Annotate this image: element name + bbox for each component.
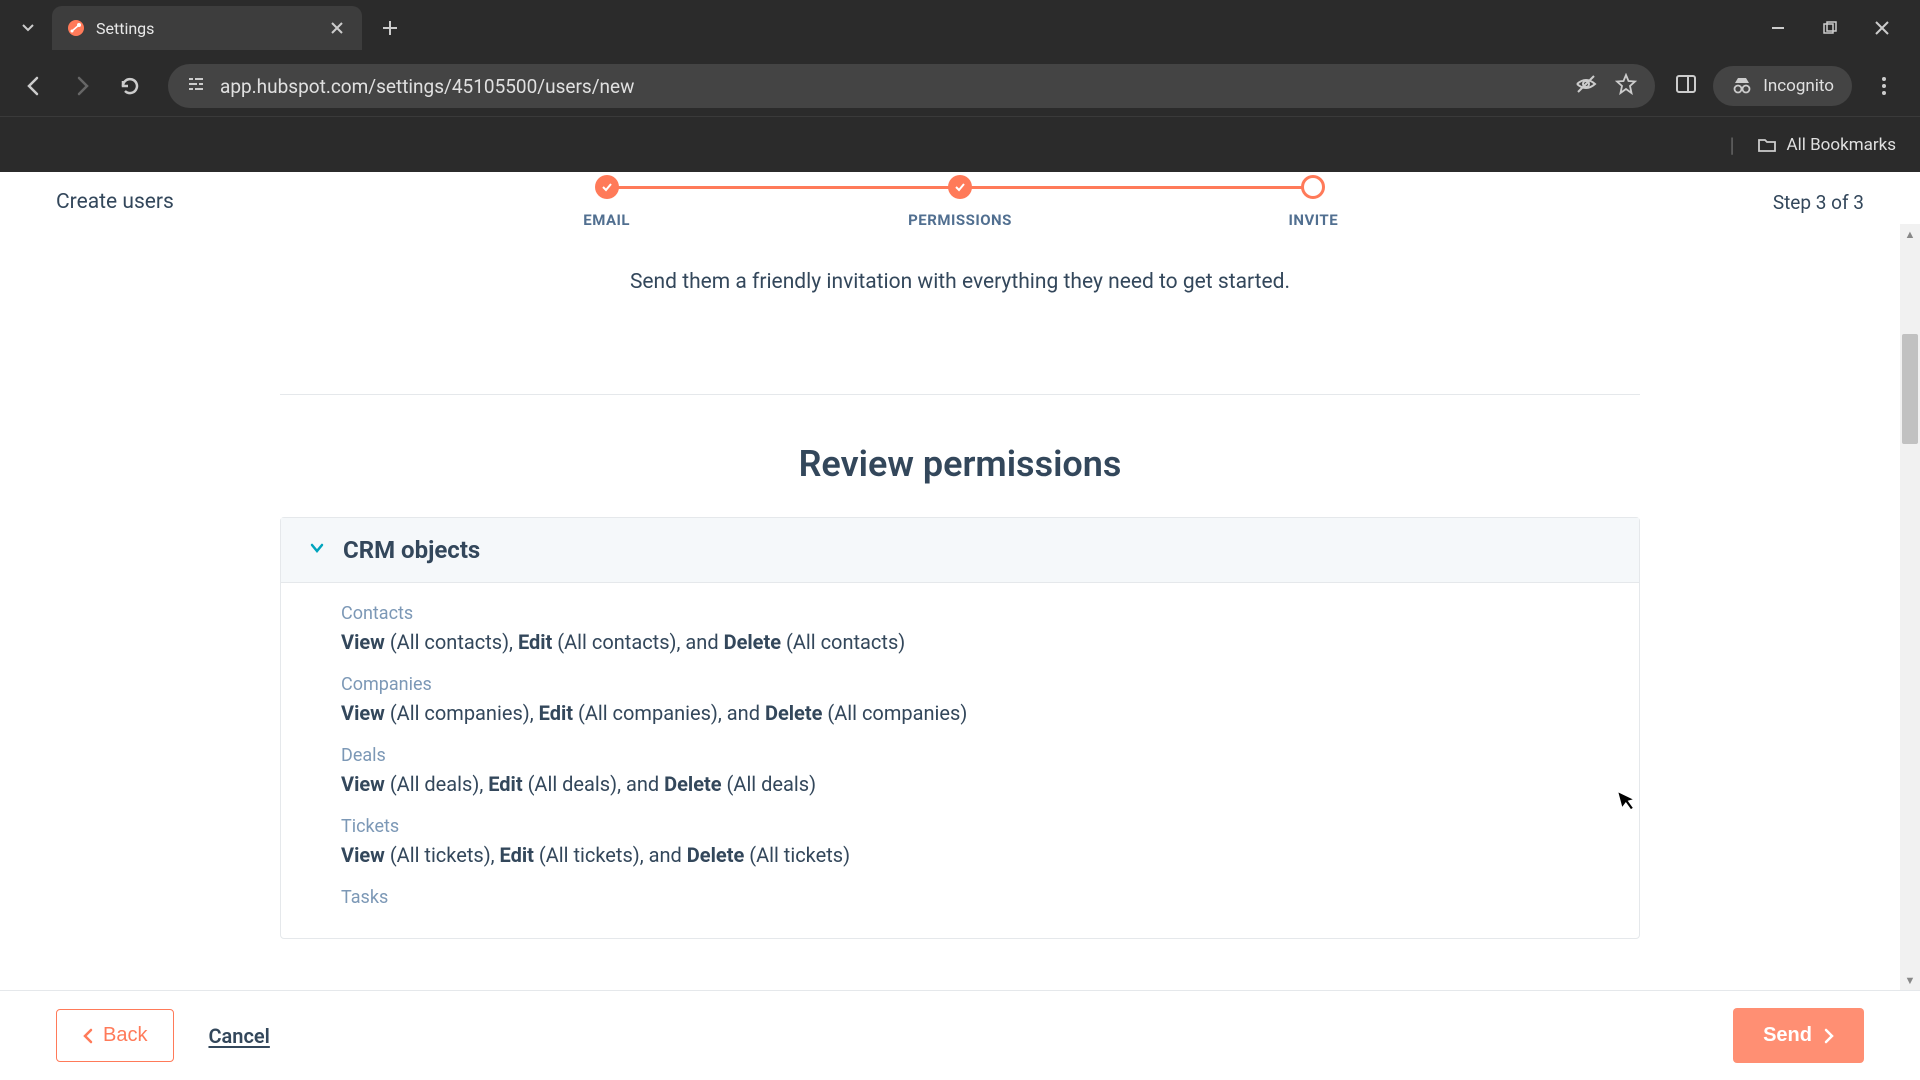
scrollbar-thumb[interactable] <box>1902 334 1918 444</box>
tab-search-dropdown[interactable] <box>8 8 48 48</box>
close-window-button[interactable] <box>1868 14 1896 42</box>
arrow-right-icon <box>71 75 93 97</box>
permission-title: Deals <box>341 745 1611 766</box>
scrollbar[interactable]: ▲ ▼ <box>1900 224 1920 990</box>
browser-chrome: Settings <box>0 0 1920 172</box>
step-invite: INVITE <box>1137 175 1490 229</box>
permission-tickets: Tickets View (All tickets), Edit (All ti… <box>341 816 1611 867</box>
incognito-label: Incognito <box>1763 76 1834 96</box>
tab-close-button[interactable] <box>326 17 348 39</box>
bookmark-star-icon[interactable] <box>1615 73 1637 100</box>
step-circle-done-icon <box>595 175 619 199</box>
new-tab-button[interactable] <box>370 8 410 48</box>
scroll-up-button[interactable]: ▲ <box>1900 224 1920 244</box>
folder-icon <box>1757 135 1777 155</box>
permission-deals: Deals View (All deals), Edit (All deals)… <box>341 745 1611 796</box>
page-content: Create users EMAIL PERMISSIONS INVITE <box>0 172 1920 1080</box>
divider <box>280 394 1640 395</box>
invite-subtitle: Send them a friendly invitation with eve… <box>0 270 1920 294</box>
hubspot-favicon-icon <box>66 18 86 38</box>
side-panel-icon[interactable] <box>1675 73 1697 100</box>
arrow-left-icon <box>23 75 45 97</box>
minimize-button[interactable] <box>1764 14 1792 42</box>
permission-companies: Companies View (All companies), Edit (Al… <box>341 674 1611 725</box>
cancel-button[interactable]: Cancel <box>208 1024 269 1048</box>
bookmarks-bar: | All Bookmarks <box>0 116 1920 172</box>
chevron-down-icon <box>21 21 35 35</box>
all-bookmarks-button[interactable]: All Bookmarks <box>1757 135 1896 155</box>
step-circle-current-icon <box>1301 175 1325 199</box>
permission-title: Tasks <box>341 887 1611 908</box>
permission-title: Contacts <box>341 603 1611 624</box>
dots-vertical-icon <box>1881 75 1887 97</box>
wizard-header: Create users EMAIL PERMISSIONS INVITE <box>0 172 1920 224</box>
crm-objects-header[interactable]: CRM objects <box>281 518 1639 583</box>
all-bookmarks-label: All Bookmarks <box>1787 135 1896 155</box>
incognito-icon <box>1731 75 1753 97</box>
send-button[interactable]: Send <box>1733 1008 1864 1063</box>
maximize-button[interactable] <box>1816 14 1844 42</box>
permission-contacts: Contacts View (All contacts), Edit (All … <box>341 603 1611 654</box>
crm-objects-title: CRM objects <box>343 536 480 564</box>
reload-icon <box>119 75 141 97</box>
url-text: app.hubspot.com/settings/45105500/users/… <box>220 75 1561 98</box>
review-permissions-title: Review permissions <box>0 443 1920 485</box>
main-scroll-area[interactable]: Send them a friendly invitation with eve… <box>0 224 1920 990</box>
permission-detail: View (All deals), Edit (All deals), and … <box>341 772 1611 796</box>
chevron-down-icon <box>309 540 325 561</box>
incognito-badge[interactable]: Incognito <box>1713 66 1852 106</box>
wizard-footer: Back Cancel Send <box>0 990 1920 1080</box>
close-icon <box>331 22 343 34</box>
site-settings-icon[interactable] <box>186 74 206 99</box>
close-icon <box>1875 21 1889 35</box>
tab-bar: Settings <box>0 0 1920 56</box>
plus-icon <box>382 20 398 36</box>
step-email: EMAIL <box>430 175 783 229</box>
back-button[interactable]: Back <box>56 1009 174 1062</box>
step-permissions: PERMISSIONS <box>783 175 1136 229</box>
wizard-title: Create users <box>56 190 174 214</box>
permission-title: Tickets <box>341 816 1611 837</box>
step-counter: Step 3 of 3 <box>1773 191 1864 214</box>
nav-back-button[interactable] <box>16 68 52 104</box>
permissions-panel: CRM objects Contacts View (All contacts)… <box>280 517 1640 939</box>
navigation-bar: app.hubspot.com/settings/45105500/users/… <box>0 56 1920 116</box>
permission-title: Companies <box>341 674 1611 695</box>
permission-detail: View (All tickets), Edit (All tickets), … <box>341 843 1611 867</box>
permission-detail: View (All companies), Edit (All companie… <box>341 701 1611 725</box>
nav-reload-button[interactable] <box>112 68 148 104</box>
extensions-area: Incognito <box>1675 66 1904 106</box>
chevron-left-icon <box>83 1028 93 1044</box>
tab-title: Settings <box>96 19 316 38</box>
chevron-right-icon <box>1824 1028 1834 1044</box>
step-circle-done-icon <box>948 175 972 199</box>
window-controls <box>1764 0 1920 56</box>
browser-menu-button[interactable] <box>1868 75 1900 97</box>
permission-detail: View (All contacts), Edit (All contacts)… <box>341 630 1611 654</box>
visibility-off-icon[interactable] <box>1575 73 1597 100</box>
address-bar[interactable]: app.hubspot.com/settings/45105500/users/… <box>168 64 1655 108</box>
crm-objects-body: Contacts View (All contacts), Edit (All … <box>281 583 1639 938</box>
nav-forward-button[interactable] <box>64 68 100 104</box>
stepper: EMAIL PERMISSIONS INVITE <box>430 175 1490 229</box>
scroll-down-button[interactable]: ▼ <box>1900 970 1920 990</box>
maximize-icon <box>1823 21 1837 35</box>
permission-tasks: Tasks <box>341 887 1611 908</box>
browser-tab-active[interactable]: Settings <box>52 6 362 50</box>
minimize-icon <box>1771 21 1785 35</box>
